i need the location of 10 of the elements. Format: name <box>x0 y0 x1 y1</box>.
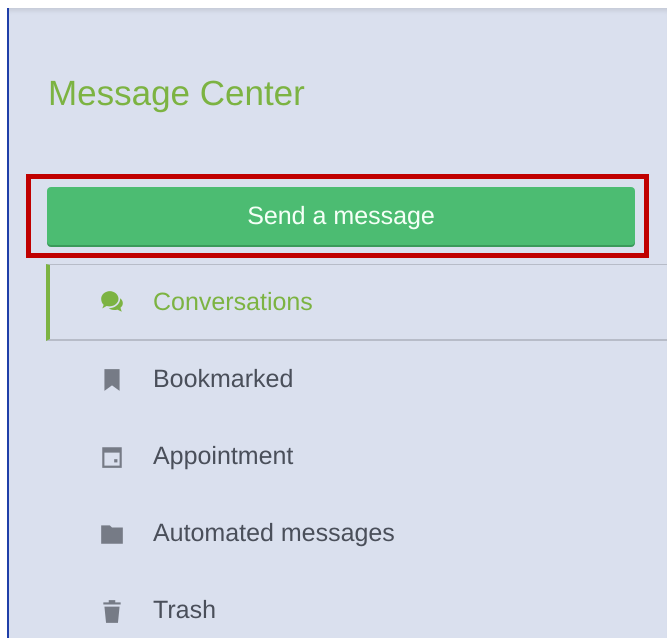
nav-label: Automated messages <box>153 519 395 548</box>
nav-label: Trash <box>153 596 216 625</box>
nav-item[interactable]: Appointment <box>46 418 667 495</box>
nav-item[interactable]: Trash <box>46 572 667 638</box>
page-title: Message Center <box>48 73 306 115</box>
nav-label: Appointment <box>153 442 294 471</box>
nav-label: Conversations <box>153 288 313 316</box>
nav-item[interactable]: Bookmarked <box>46 341 667 418</box>
nav-item[interactable]: Automated messages <box>46 495 667 572</box>
nav-label: Bookmarked <box>153 365 294 394</box>
